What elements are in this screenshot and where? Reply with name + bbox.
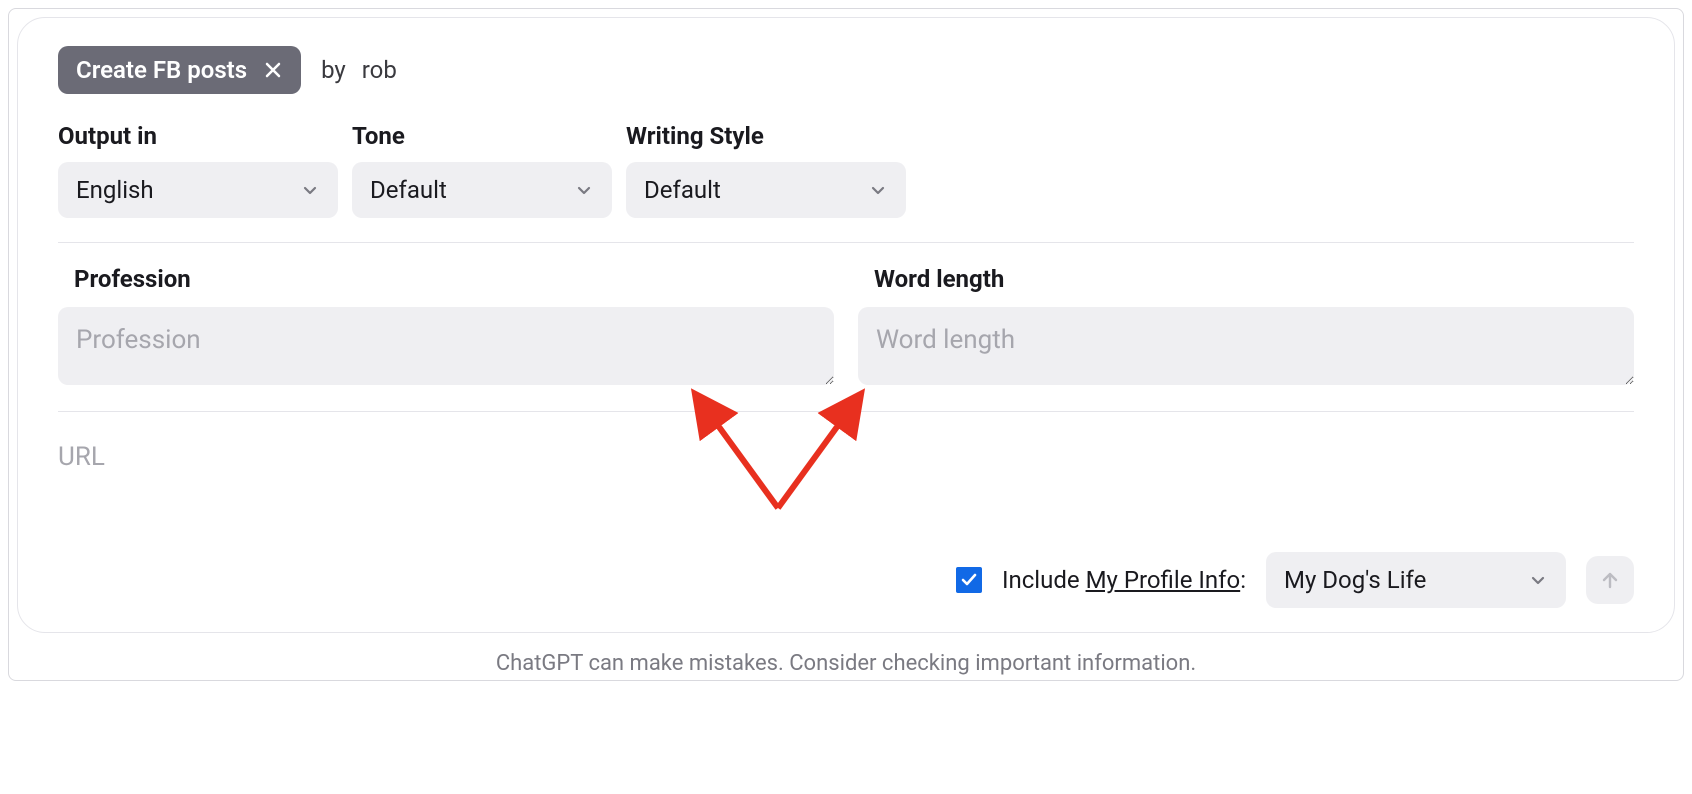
output-in-group: Output in English xyxy=(58,122,338,218)
word-length-group: Word length xyxy=(858,265,1634,385)
writing-style-select[interactable]: Default xyxy=(626,162,906,218)
output-in-select[interactable]: English xyxy=(58,162,338,218)
output-in-label: Output in xyxy=(58,122,338,150)
tone-value: Default xyxy=(370,176,447,204)
header-row: Create FB posts by rob xyxy=(58,46,1634,94)
tone-group: Tone Default xyxy=(352,122,612,218)
writing-style-label: Writing Style xyxy=(626,122,906,150)
byline-author: rob xyxy=(362,56,397,84)
prompt-card: Create FB posts by rob Output in English xyxy=(17,17,1675,633)
url-input[interactable]: URL xyxy=(58,442,1634,472)
profile-value: My Dog's Life xyxy=(1284,566,1426,594)
arrow-up-icon xyxy=(1599,569,1621,591)
template-chip-label: Create FB posts xyxy=(76,56,247,84)
profession-input[interactable] xyxy=(58,307,834,385)
disclaimer-text: ChatGPT can make mistakes. Consider chec… xyxy=(17,651,1675,676)
include-profile-checkbox[interactable] xyxy=(956,567,982,593)
byline-by: by xyxy=(321,56,346,84)
profession-label: Profession xyxy=(58,265,834,293)
selectors-row: Output in English Tone Default xyxy=(58,122,1634,243)
tone-select[interactable]: Default xyxy=(352,162,612,218)
chevron-down-icon xyxy=(574,180,594,200)
template-chip[interactable]: Create FB posts xyxy=(58,46,301,94)
chevron-down-icon xyxy=(868,180,888,200)
profession-group: Profession xyxy=(58,265,834,385)
writing-style-value: Default xyxy=(644,176,721,204)
include-prefix: Include xyxy=(1002,566,1086,594)
fields-row: Profession Word length xyxy=(58,265,1634,412)
chevron-down-icon xyxy=(1528,570,1548,590)
close-icon[interactable] xyxy=(263,60,283,80)
include-suffix: : xyxy=(1240,566,1246,594)
writing-style-group: Writing Style Default xyxy=(626,122,906,218)
tone-label: Tone xyxy=(352,122,612,150)
profile-select[interactable]: My Dog's Life xyxy=(1266,552,1566,608)
include-profile-label: Include My Profile Info: xyxy=(1002,566,1246,594)
byline: by rob xyxy=(321,56,397,84)
outer-frame: Create FB posts by rob Output in English xyxy=(8,8,1684,681)
word-length-input[interactable] xyxy=(858,307,1634,385)
send-button[interactable] xyxy=(1586,556,1634,604)
include-link[interactable]: My Profile Info xyxy=(1086,566,1241,594)
footer-row: Include My Profile Info: My Dog's Life xyxy=(58,552,1634,608)
output-in-value: English xyxy=(76,176,154,204)
chevron-down-icon xyxy=(300,180,320,200)
word-length-label: Word length xyxy=(858,265,1634,293)
